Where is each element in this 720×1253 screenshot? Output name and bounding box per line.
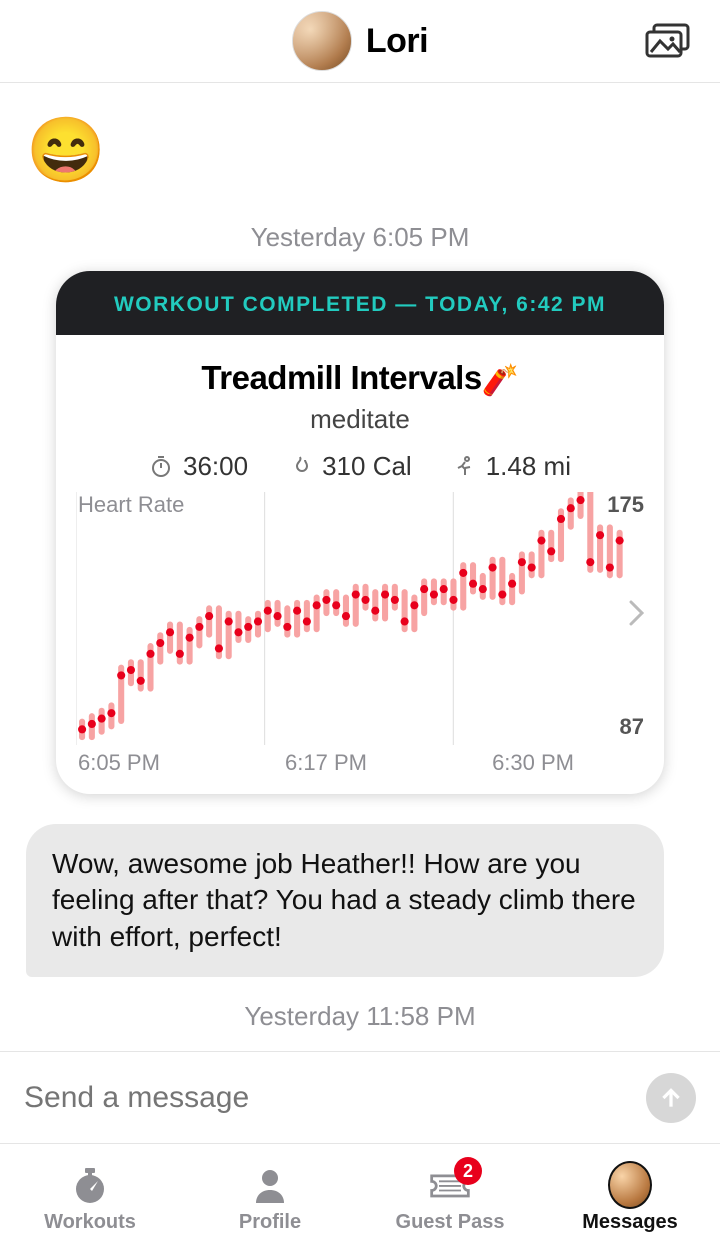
media-gallery-button[interactable] bbox=[644, 23, 692, 59]
ticket-icon: 2 bbox=[428, 1163, 472, 1207]
tab-guest-pass[interactable]: 2 Guest Pass bbox=[360, 1144, 540, 1253]
tab-messages[interactable]: Messages bbox=[540, 1144, 720, 1253]
tab-label: Guest Pass bbox=[396, 1211, 505, 1234]
chart-detail-arrow[interactable] bbox=[628, 599, 646, 635]
tab-label: Workouts bbox=[44, 1211, 136, 1234]
x-tick: 6:05 PM bbox=[78, 750, 160, 776]
runner-icon bbox=[452, 454, 476, 478]
incoming-message-bubble[interactable]: Wow, awesome job Heather!! How are you f… bbox=[26, 824, 664, 977]
contact-name: Lori bbox=[366, 22, 428, 61]
x-tick: 6:30 PM bbox=[492, 750, 574, 776]
chat-header: Lori bbox=[0, 0, 720, 83]
stopwatch-icon bbox=[149, 454, 173, 478]
workout-title-text: Treadmill Intervals bbox=[201, 359, 481, 396]
stat-distance: 1.48 mi bbox=[452, 451, 571, 482]
outgoing-emoji-message[interactable]: 😄 bbox=[26, 113, 694, 188]
workout-card-header: WORKOUT COMPLETED — TODAY, 6:42 PM bbox=[56, 271, 664, 335]
workout-summary-card[interactable]: WORKOUT COMPLETED — TODAY, 6:42 PM Tread… bbox=[56, 271, 664, 794]
calories-value: 310 Cal bbox=[322, 451, 412, 482]
gallery-icon bbox=[644, 23, 692, 59]
workout-stats-row: 36:00 310 Cal 1.48 mi bbox=[56, 451, 664, 482]
tab-profile[interactable]: Profile bbox=[180, 1144, 360, 1253]
chart-svg bbox=[76, 492, 644, 746]
x-tick: 6:17 PM bbox=[285, 750, 367, 776]
duration-value: 36:00 bbox=[183, 451, 248, 482]
heart-rate-chart: Heart Rate 175 87 bbox=[76, 492, 644, 742]
bottom-tab-bar: Workouts Profile 2 Guest Pass Messages bbox=[0, 1143, 720, 1253]
contact-avatar[interactable] bbox=[292, 11, 352, 71]
tab-label: Profile bbox=[239, 1211, 301, 1234]
message-input[interactable] bbox=[24, 1081, 646, 1115]
timestamp-divider: Yesterday 11:58 PM bbox=[26, 1001, 694, 1032]
chevron-right-icon bbox=[628, 599, 646, 627]
notification-badge: 2 bbox=[454, 1157, 482, 1185]
dynamite-icon: 🧨 bbox=[482, 364, 519, 397]
conversation-scroll[interactable]: 😄 Yesterday 6:05 PM WORKOUT COMPLETED — … bbox=[0, 83, 720, 1051]
stopwatch-icon bbox=[68, 1163, 112, 1207]
message-composer bbox=[0, 1051, 720, 1143]
stat-duration: 36:00 bbox=[149, 451, 248, 482]
person-icon bbox=[248, 1163, 292, 1207]
messages-avatar-icon bbox=[608, 1163, 652, 1207]
workout-subtitle: meditate bbox=[56, 404, 664, 435]
flame-icon bbox=[288, 454, 312, 478]
stat-calories: 310 Cal bbox=[288, 451, 412, 482]
workout-title: Treadmill Intervals🧨 bbox=[56, 359, 664, 398]
arrow-up-icon bbox=[658, 1085, 684, 1111]
chart-x-axis: 6:05 PM 6:17 PM 6:30 PM bbox=[78, 750, 624, 776]
tab-label: Messages bbox=[582, 1211, 678, 1234]
header-title-group[interactable]: Lori bbox=[292, 11, 428, 71]
distance-value: 1.48 mi bbox=[486, 451, 571, 482]
timestamp-divider: Yesterday 6:05 PM bbox=[26, 222, 694, 253]
send-button[interactable] bbox=[646, 1073, 696, 1123]
tab-workouts[interactable]: Workouts bbox=[0, 1144, 180, 1253]
